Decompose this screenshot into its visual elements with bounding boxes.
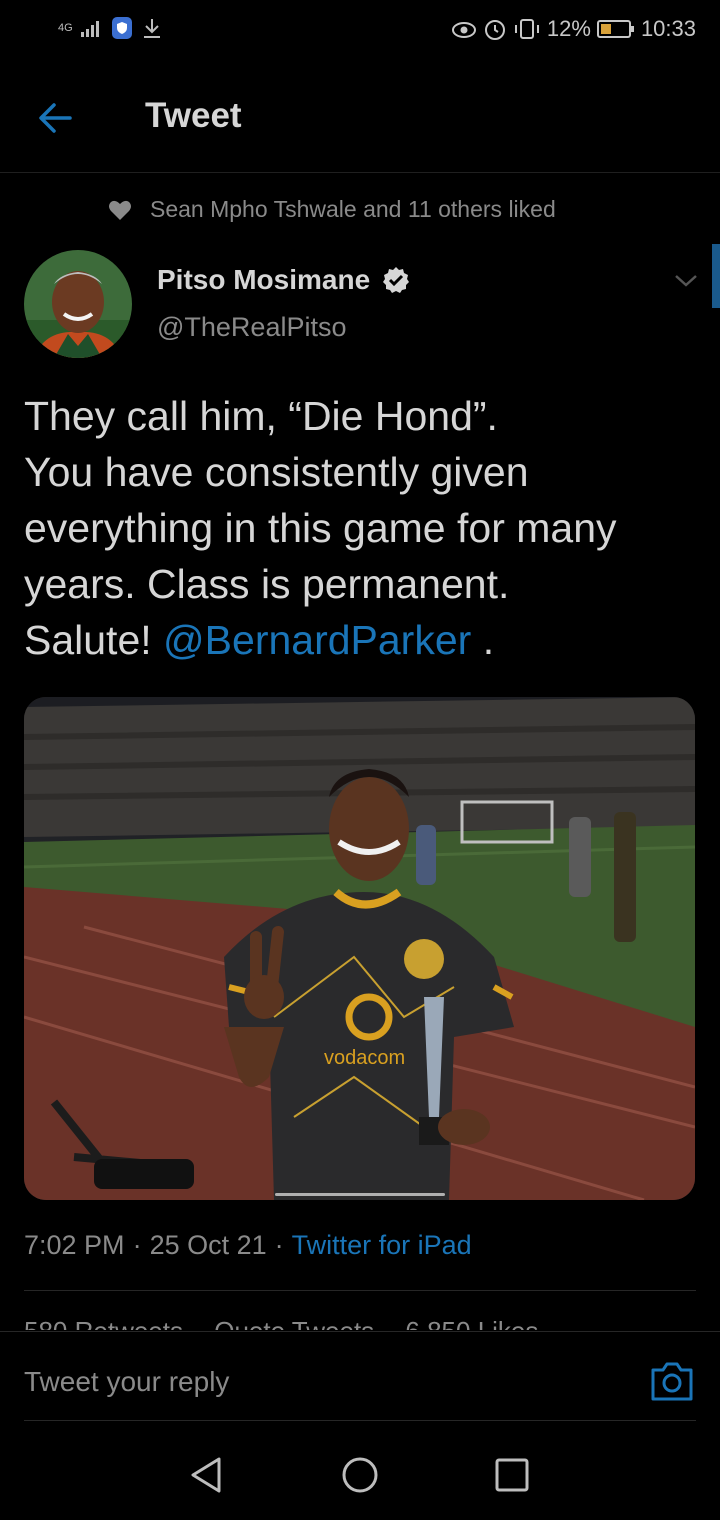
- tweet-meta: 7:02 PM · 25 Oct 21 · Twitter for iPad: [24, 1230, 472, 1261]
- alarm-icon: [484, 20, 505, 40]
- camera-icon[interactable]: [650, 1360, 694, 1402]
- tweet-date: 25 Oct 21: [149, 1230, 267, 1260]
- page-title: Tweet: [145, 96, 242, 135]
- like-count[interactable]: 6,850 Likes: [405, 1316, 538, 1330]
- signal-icon: [80, 21, 99, 37]
- status-right: 12% 10:33: [451, 16, 696, 42]
- reply-input[interactable]: Tweet your reply: [24, 1366, 229, 1398]
- media-indicator: [275, 1193, 445, 1196]
- tweet-line: Salute! @BernardParker .: [24, 612, 694, 668]
- battery-percent: 12%: [546, 16, 591, 41]
- app-header: [0, 62, 720, 173]
- nav-recents-icon[interactable]: [490, 1455, 534, 1495]
- back-arrow-icon[interactable]: [34, 98, 78, 138]
- verified-badge-icon: [383, 267, 409, 293]
- tweet-line: You have consistently given: [24, 449, 529, 495]
- sponsor-text: vodacom: [324, 1047, 405, 1069]
- tweet-line-suffix: .: [471, 617, 495, 663]
- social-context[interactable]: Sean Mpho Tshwale and 11 others liked: [108, 196, 556, 223]
- tweet-line: They call him, “Die Hond”.: [24, 393, 498, 439]
- battery-icon: [596, 20, 634, 38]
- tweet-stats[interactable]: 580 Retweets Quote Tweets 6,850 Likes: [24, 1310, 696, 1330]
- tweet-media[interactable]: vodacom: [24, 697, 695, 1200]
- retweet-count[interactable]: 580 Retweets: [24, 1316, 183, 1330]
- nav-back-icon[interactable]: [185, 1455, 229, 1495]
- meta-separator: ·: [274, 1230, 284, 1260]
- vibrate-icon: [514, 19, 539, 39]
- eye-comfort-icon: [451, 22, 476, 38]
- author-handle[interactable]: @TheRealPitso: [157, 312, 347, 343]
- clock: 10:33: [640, 16, 696, 41]
- media-photo: vodacom: [24, 697, 695, 1200]
- tweet-line-prefix: Salute!: [24, 617, 164, 663]
- shield-app-icon: [111, 17, 132, 39]
- status-left: 4G: [58, 16, 163, 40]
- nav-home-icon[interactable]: [338, 1455, 382, 1495]
- social-context-text: Sean Mpho Tshwale and 11 others liked: [150, 196, 556, 222]
- tweet-line: years. Class is permanent.: [24, 561, 510, 607]
- tweet-line: everything in this game for many: [24, 505, 617, 551]
- tweet-text: They call him, “Die Hond”. You have cons…: [24, 388, 694, 668]
- author-name[interactable]: Pitso Mosimane: [157, 264, 370, 296]
- avatar[interactable]: [24, 250, 132, 358]
- mention-link[interactable]: @BernardParker: [163, 617, 471, 663]
- chevron-down-icon[interactable]: [672, 268, 700, 292]
- download-icon: [143, 19, 160, 38]
- meta-separator: ·: [132, 1230, 142, 1260]
- divider: [24, 1290, 696, 1291]
- status-bar: 4G 12% 10:33: [0, 0, 720, 62]
- heart-icon: [109, 200, 131, 220]
- quote-tweets[interactable]: Quote Tweets: [214, 1316, 374, 1330]
- network-type: 4G: [58, 22, 73, 34]
- tweet-time: 7:02 PM: [24, 1230, 125, 1260]
- scroll-indicator: [712, 244, 720, 308]
- tweet-source-link[interactable]: Twitter for iPad: [292, 1230, 472, 1261]
- avatar-image: [24, 250, 132, 358]
